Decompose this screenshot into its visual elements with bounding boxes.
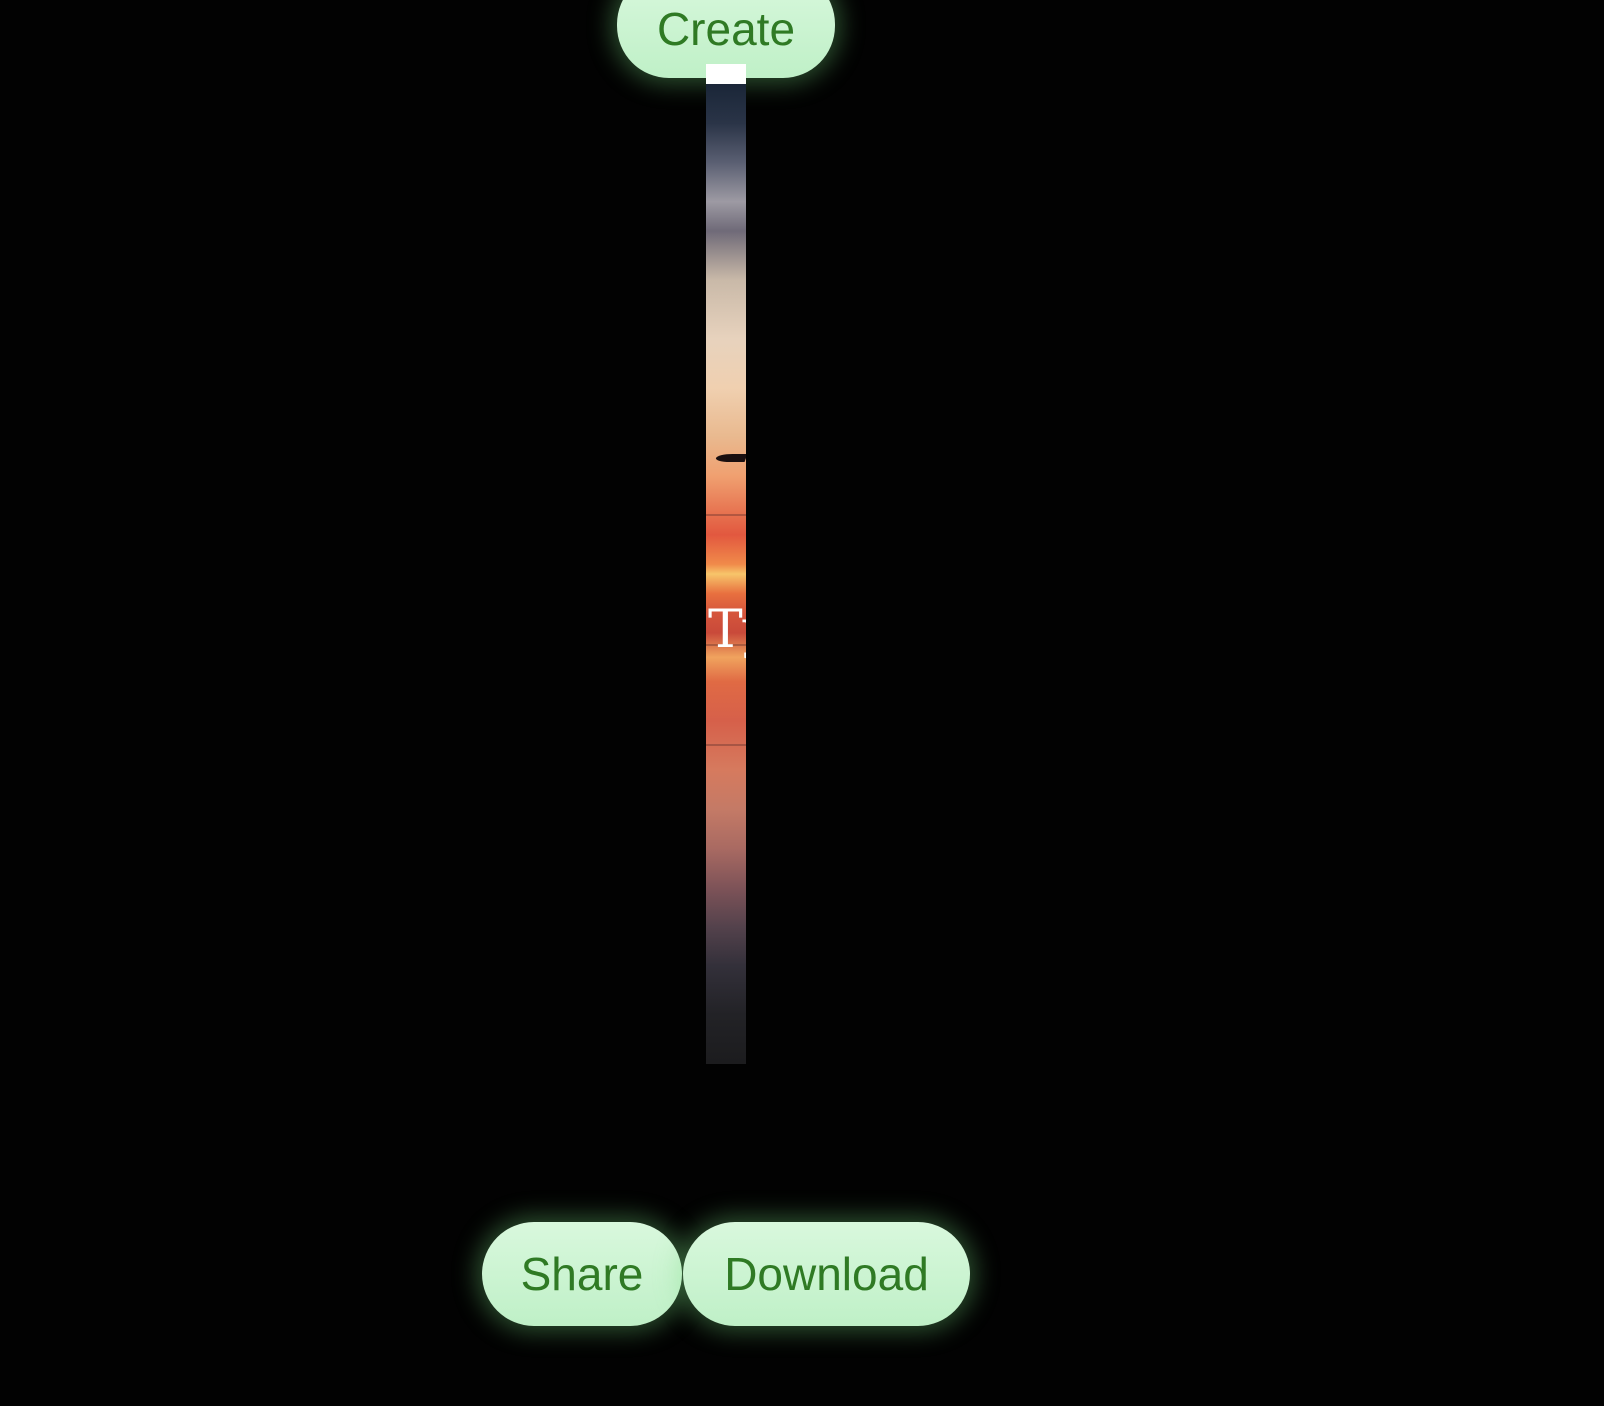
app-stage: Create Ty Share Download [0,0,1604,1406]
image-preview: Ty [706,64,746,1064]
water-ripple [706,514,746,516]
water-ripple [706,744,746,746]
share-button[interactable]: Share [482,1222,682,1326]
silhouette-shape [714,454,746,462]
overlay-text: Ty [708,600,746,660]
preview-top-bar [706,64,746,84]
sunset-background-image [706,84,746,1064]
download-button[interactable]: Download [683,1222,970,1326]
